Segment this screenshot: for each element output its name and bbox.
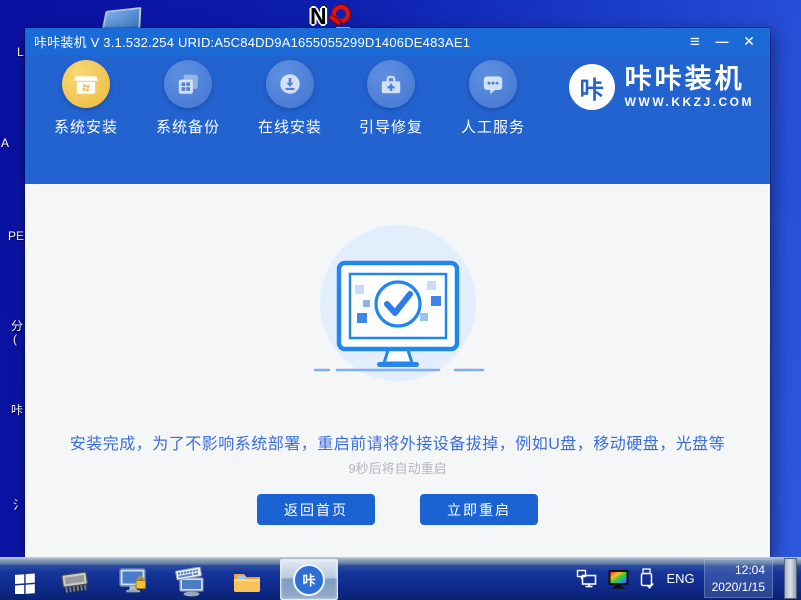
language-indicator[interactable]: ENG [666,571,694,586]
clock-time: 12:04 [712,562,765,578]
menu-icon[interactable]: ≡ [686,34,704,50]
completion-message: 安装完成，为了不影响系统部署，重启前请将外接设备拔掉，例如U盘，移动硬盘，光盘等 [25,430,770,454]
nav-label: 系统备份 [149,116,227,137]
memory-chip-icon[interactable] [58,566,92,598]
start-button[interactable] [8,566,42,598]
desktop-label-partial: L [17,45,24,59]
kaka-app-icon: 咔 [293,564,325,596]
chat-bubble-icon [469,60,517,108]
folder-icon[interactable] [230,566,264,598]
taskbar: 咔 [0,557,801,600]
nav-label: 人工服务 [454,116,532,137]
nav-item-system-backup[interactable]: 系统备份 [149,60,227,137]
close-icon[interactable]: ✕ [740,33,758,50]
backup-windows-icon [164,60,212,108]
install-box-icon [62,60,110,108]
brand-name: 咔咔装机 [625,65,754,93]
window-title: 咔咔装机 V 3.1.532.254 URID:A5C84DD9A1655055… [25,32,470,51]
countdown-text: 9秒后将自动重启 [25,458,770,477]
usb-icon[interactable] [639,568,654,590]
nav-item-online-install[interactable]: 在线安装 [251,60,329,137]
clock[interactable]: 12:04 2020/1/15 [704,559,773,597]
monitor-lock-glyph [117,567,149,597]
n-key-icon[interactable]: N [310,3,364,31]
display-color-icon[interactable] [607,569,630,589]
kaka-badge-icon: 咔 [569,64,615,110]
network-icon[interactable] [576,569,598,588]
desktop-label-partial: 氵 [13,496,25,513]
brand-site: WWW.KKZJ.COM [625,95,754,109]
nav-item-system-install[interactable]: 系统安装 [47,60,125,137]
system-tray: ENG 12:04 2020/1/15 [576,558,801,599]
chat-glyph [480,71,506,97]
chip-glyph [58,568,92,596]
windows-flag-icon [13,570,37,594]
minimize-icon[interactable]: — [713,37,731,47]
return-home-button[interactable]: 返回首页 [257,494,375,525]
nav-item-boot-repair[interactable]: 引导修复 [352,60,430,137]
nav-header: 系统安装 系统备份 [25,55,770,184]
show-desktop-button[interactable] [784,558,797,599]
nav-label: 系统安装 [47,116,125,137]
desktop-label-partial: 咔 [11,401,23,418]
install-box-glyph [73,71,99,97]
toolbox-glyph [378,71,404,97]
brand-logo: 咔 咔咔装机 WWW.KKZJ.COM [569,64,754,110]
content-area: 安装完成，为了不影响系统部署，重启前请将外接设备拔掉，例如U盘，移动硬盘，光盘等… [25,184,770,557]
monitor-checkmark-illustration [303,223,493,383]
download-circle-icon [266,60,314,108]
clock-date: 2020/1/15 [712,579,765,595]
nav-label: 在线安装 [251,116,329,137]
installer-window: 咔咔装机 V 3.1.532.254 URID:A5C84DD9A1655055… [25,28,770,557]
desktop: N L A PE 分 ( 咔 氵 咔咔装机 V 3.1.532.254 URID… [0,0,801,600]
restart-now-button[interactable]: 立即重启 [420,494,538,525]
backup-glyph [175,71,201,97]
kaka-app-button[interactable]: 咔 [280,559,338,600]
nav-label: 引导修复 [352,116,430,137]
keyboard-monitor-icon[interactable] [174,566,208,598]
desktop-label-partial: ( [13,332,17,346]
n-letter: N [310,3,327,29]
download-glyph [277,71,303,97]
monitor-lock-icon[interactable] [116,566,150,598]
folder-glyph [232,569,262,595]
nav-item-human-service[interactable]: 人工服务 [454,60,532,137]
title-bar: 咔咔装机 V 3.1.532.254 URID:A5C84DD9A1655055… [25,28,770,55]
button-row: 返回首页 立即重启 [25,494,770,525]
keyboard-monitor-glyph [174,567,208,597]
desktop-label-partial: PE [8,229,24,243]
repair-toolbox-icon [367,60,415,108]
desktop-label-partial: A [1,136,9,150]
